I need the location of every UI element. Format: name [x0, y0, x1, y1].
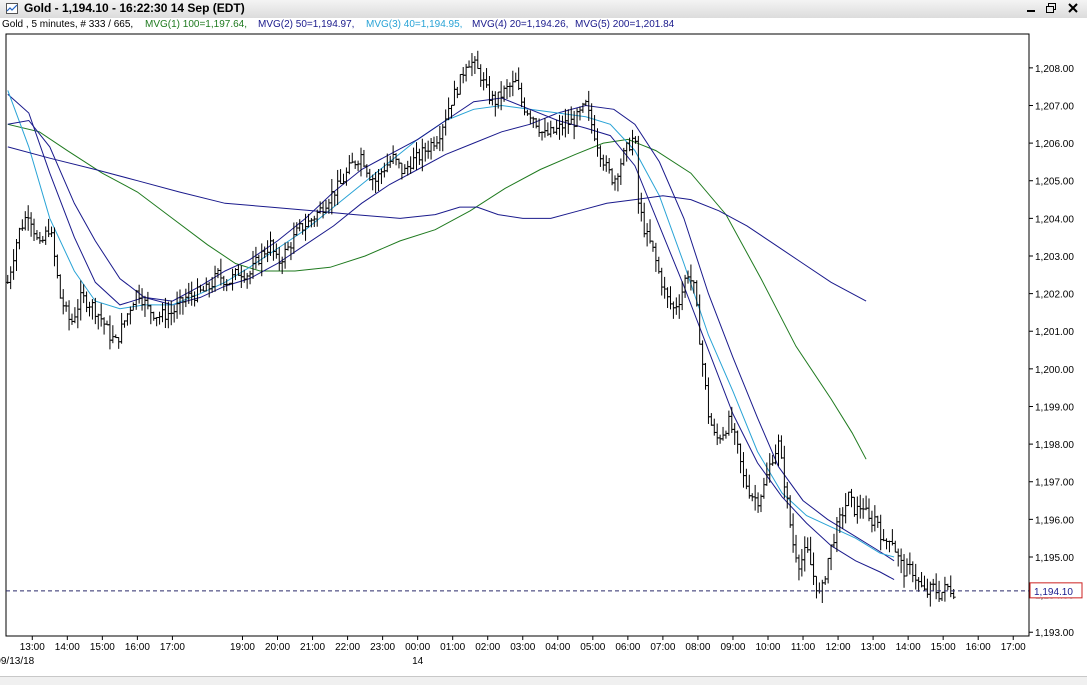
- x-tick-label: 13:00: [861, 642, 886, 653]
- x-tick-label: 03:00: [510, 642, 535, 653]
- x-date-label: 09/13/18: [0, 656, 35, 667]
- x-tick-label: 01:00: [440, 642, 465, 653]
- x-tick-label: 00:00: [405, 642, 430, 653]
- plot-frame: [5, 33, 1030, 637]
- x-tick-label: 02:00: [475, 642, 500, 653]
- x-tick-label: 12:00: [826, 642, 851, 653]
- axes-layer: 1,193.001,194.001,195.001,196.001,197.00…: [0, 64, 1083, 667]
- x-tick-label: 05:00: [580, 642, 605, 653]
- x-tick-label: 15:00: [90, 642, 115, 653]
- y-tick-label: 1,200.00: [1035, 365, 1074, 376]
- x-tick-label: 11:00: [791, 642, 816, 653]
- x-tick-label: 23:00: [370, 642, 395, 653]
- price-chart[interactable]: 1,193.001,194.001,195.001,196.001,197.00…: [0, 0, 1087, 676]
- y-tick-label: 1,197.00: [1035, 478, 1074, 489]
- y-tick-label: 1,208.00: [1035, 64, 1074, 75]
- x-date-label: 14: [412, 656, 424, 667]
- x-tick-label: 20:00: [265, 642, 290, 653]
- x-tick-label: 10:00: [755, 642, 780, 653]
- x-tick-label: 15:00: [931, 642, 956, 653]
- y-tick-label: 1,205.00: [1035, 177, 1074, 188]
- x-tick-label: 09:00: [720, 642, 745, 653]
- y-tick-label: 1,193.00: [1035, 628, 1074, 639]
- y-tick-label: 1,201.00: [1035, 327, 1074, 338]
- x-tick-label: 14:00: [55, 642, 80, 653]
- x-tick-label: 08:00: [685, 642, 710, 653]
- y-tick-label: 1,206.00: [1035, 139, 1074, 150]
- y-tick-label: 1,207.00: [1035, 101, 1074, 112]
- x-tick-label: 21:00: [300, 642, 325, 653]
- ma-line: [7, 90, 895, 558]
- x-tick-label: 16:00: [966, 642, 991, 653]
- y-tick-label: 1,204.00: [1035, 214, 1074, 225]
- y-tick-label: 1,203.00: [1035, 252, 1074, 263]
- x-tick-label: 17:00: [160, 642, 185, 653]
- x-tick-label: 13:00: [20, 642, 45, 653]
- x-tick-label: 22:00: [335, 642, 360, 653]
- x-tick-label: 06:00: [615, 642, 640, 653]
- x-tick-label: 04:00: [545, 642, 570, 653]
- ma-line: [7, 146, 867, 302]
- y-tick-label: 1,202.00: [1035, 290, 1074, 301]
- y-tick-label: 1,199.00: [1035, 402, 1074, 413]
- x-tick-label: 14:00: [896, 642, 921, 653]
- x-tick-label: 19:00: [230, 642, 255, 653]
- x-tick-label: 16:00: [125, 642, 150, 653]
- price-bars-layer: [5, 50, 956, 607]
- ma-line: [7, 93, 895, 562]
- x-tick-label: 07:00: [650, 642, 675, 653]
- last-price-label: 1,194.10: [1034, 587, 1073, 598]
- y-tick-label: 1,195.00: [1035, 553, 1074, 564]
- y-tick-label: 1,196.00: [1035, 515, 1074, 526]
- y-tick-label: 1,198.00: [1035, 440, 1074, 451]
- x-tick-label: 17:00: [1001, 642, 1026, 653]
